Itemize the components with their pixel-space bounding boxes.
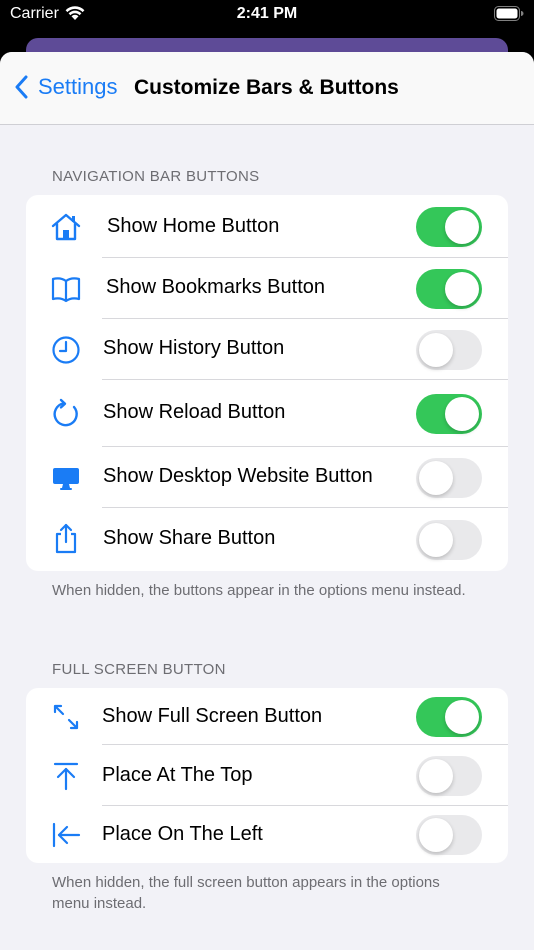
arrow-left-to-line-icon [50, 819, 82, 851]
back-button[interactable]: Settings [14, 74, 118, 100]
toggle-show-reload[interactable] [416, 394, 482, 434]
share-icon [50, 523, 82, 555]
section-footer-full-screen: When hidden, the full screen button appe… [52, 874, 440, 912]
toggle-knob [419, 461, 453, 495]
row-label: Show Home Button [107, 215, 280, 237]
row-place-at-top: Place At The Top [26, 745, 508, 806]
toggle-knob [445, 397, 479, 431]
toggle-place-on-left[interactable] [416, 815, 482, 855]
back-button-label: Settings [38, 74, 118, 99]
toggle-place-at-top[interactable] [416, 756, 482, 796]
toggle-knob [419, 759, 453, 793]
toggle-knob [445, 700, 479, 734]
row-label: Show Bookmarks Button [106, 276, 325, 298]
row-label: Show History Button [103, 337, 285, 359]
page-title: Customize Bars & Buttons [134, 76, 399, 99]
section-header-full-screen: FULL SCREEN BUTTON [52, 661, 226, 678]
expand-icon [50, 701, 82, 733]
battery-icon [494, 6, 524, 27]
row-label: Show Full Screen Button [102, 705, 323, 727]
section-header-navigation: NAVIGATION BAR BUTTONS [52, 168, 260, 185]
row-show-full-screen: Show Full Screen Button [26, 688, 508, 745]
row-show-reload: Show Reload Button [26, 380, 508, 447]
desktop-icon [50, 462, 82, 494]
book-icon [50, 273, 82, 305]
reload-icon [50, 398, 82, 430]
row-place-on-left: Place On The Left [26, 806, 508, 863]
navigation-bar: Settings Customize Bars & Buttons [0, 52, 534, 125]
row-show-history: Show History Button [26, 319, 508, 380]
home-icon [50, 211, 82, 243]
toggle-show-bookmarks[interactable] [416, 269, 482, 309]
row-show-share: Show Share Button [26, 508, 508, 571]
toggle-show-desktop-website[interactable] [416, 458, 482, 498]
section-footer-navigation: When hidden, the buttons appear in the o… [52, 582, 466, 599]
row-label: Place At The Top [102, 764, 253, 786]
toggle-show-history[interactable] [416, 330, 482, 370]
clock-icon [50, 334, 82, 366]
toggle-knob [445, 210, 479, 244]
row-show-desktop-website: Show Desktop Website Button [26, 447, 508, 508]
toggle-show-share[interactable] [416, 520, 482, 560]
row-show-bookmarks: Show Bookmarks Button [26, 258, 508, 319]
row-label: Show Desktop Website Button [103, 465, 373, 487]
settings-sheet: Settings Customize Bars & Buttons NAVIGA… [0, 52, 534, 950]
toggle-knob [445, 272, 479, 306]
arrow-up-to-line-icon [50, 760, 82, 792]
full-screen-group: Show Full Screen Button Place At The Top [26, 688, 508, 863]
navigation-buttons-group: Show Home Button Show Bookmarks Button S… [26, 195, 508, 571]
toggle-knob [419, 523, 453, 557]
row-show-home: Show Home Button [26, 195, 508, 258]
status-time: 2:41 PM [236, 5, 298, 22]
row-label: Show Share Button [103, 527, 276, 549]
row-label: Place On The Left [102, 823, 263, 845]
chevron-left-icon [15, 75, 28, 99]
toggle-show-full-screen[interactable] [416, 697, 482, 737]
toggle-show-home[interactable] [416, 207, 482, 247]
toggle-knob [419, 818, 453, 852]
status-bar: Carrier 2:41 PM [0, 0, 534, 30]
toggle-knob [419, 333, 453, 367]
row-label: Show Reload Button [103, 401, 286, 423]
